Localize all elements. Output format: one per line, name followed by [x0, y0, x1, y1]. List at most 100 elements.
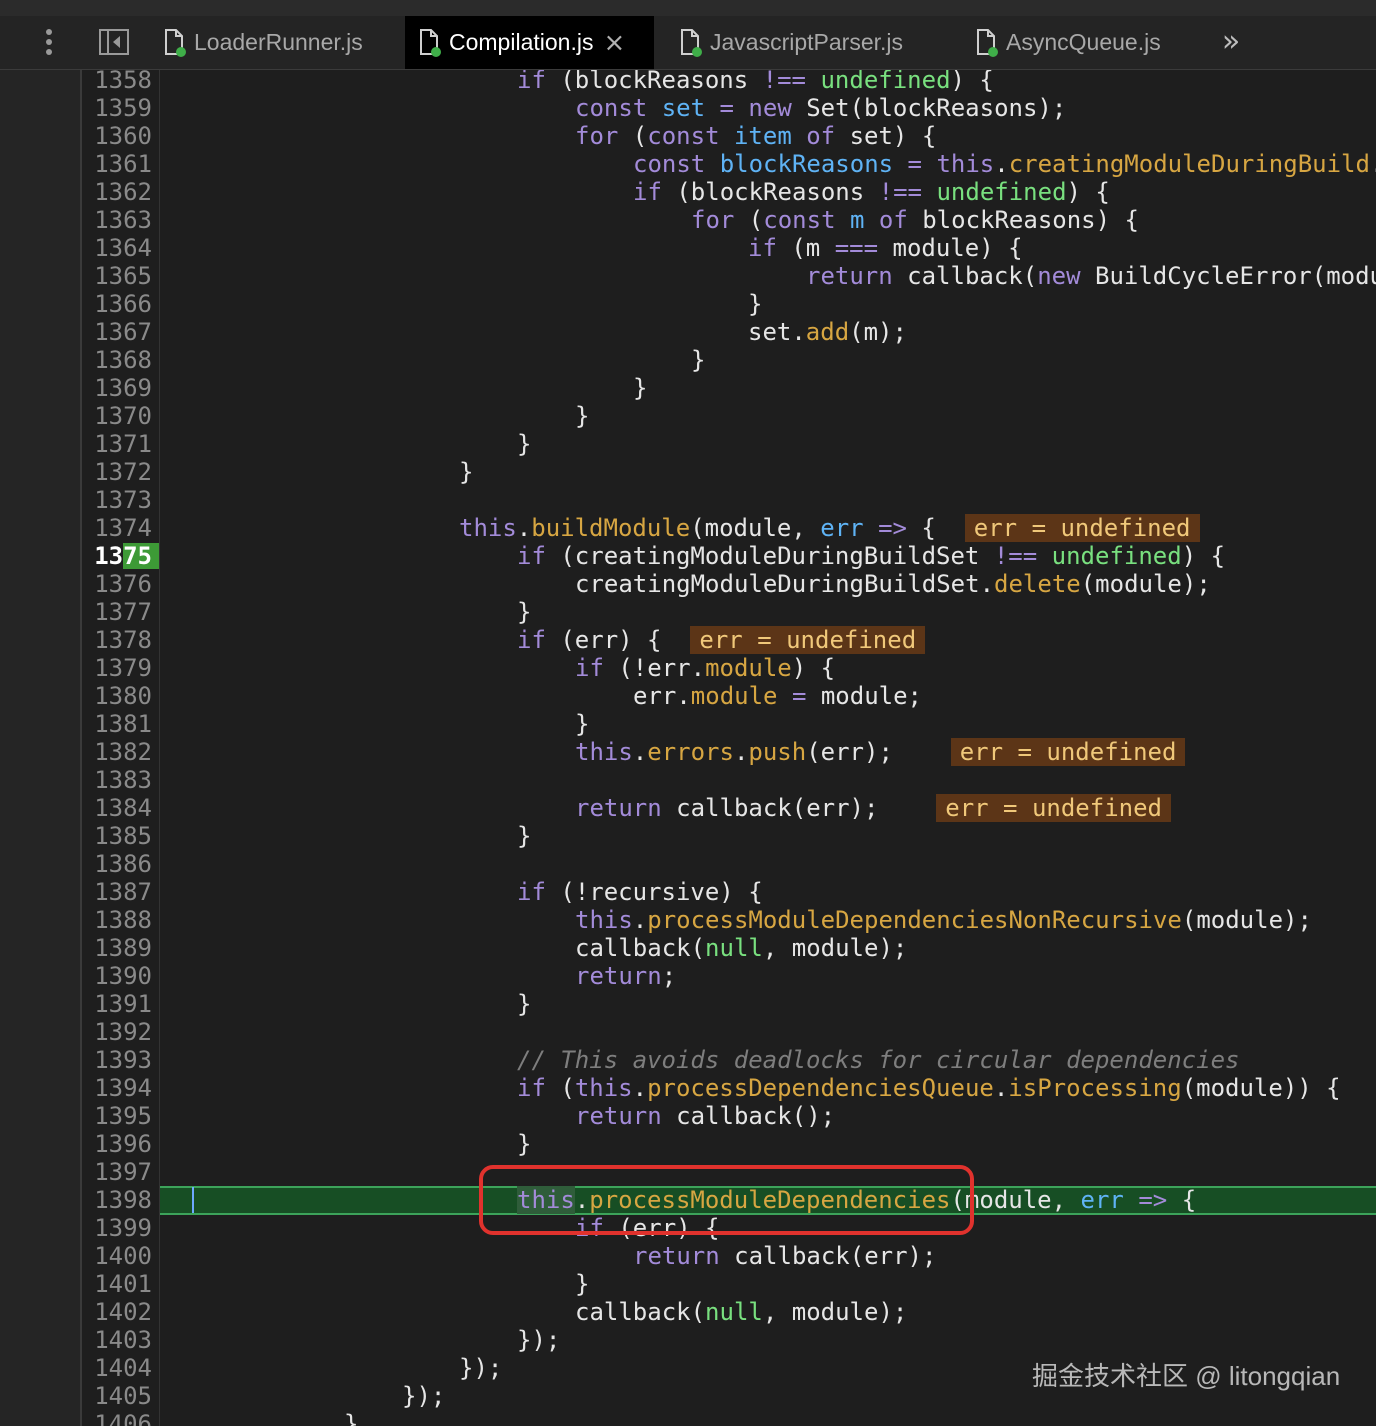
line-number[interactable]: 1404	[82, 1354, 152, 1382]
line-number[interactable]: 1394	[82, 1074, 152, 1102]
line-number[interactable]: 1369	[82, 374, 152, 402]
line-number[interactable]: 1371	[82, 430, 152, 458]
more-tabs-icon[interactable]: »	[1212, 26, 1250, 60]
line-number[interactable]: 1376	[82, 570, 152, 598]
tab-asyncqueue-js[interactable]: AsyncQueue.js	[962, 16, 1192, 69]
code-line[interactable]: }	[633, 374, 647, 402]
code-line[interactable]: if (err) { err = undefined	[517, 626, 926, 654]
code-line[interactable]: this.processModuleDependencies(module, e…	[517, 1186, 1196, 1214]
line-number[interactable]: 1372	[82, 458, 152, 486]
line-number[interactable]: 1397	[82, 1158, 152, 1186]
code-line[interactable]: this.processModuleDependenciesNonRecursi…	[575, 906, 1312, 934]
code-line[interactable]: }	[459, 458, 473, 486]
line-number[interactable]: 1401	[82, 1270, 152, 1298]
line-number[interactable]: 1387	[82, 878, 152, 906]
line-number[interactable]: 1378	[82, 626, 152, 654]
code-line[interactable]: }	[517, 598, 531, 626]
code-line[interactable]: const set = new Set(blockReasons);	[575, 94, 1066, 122]
code-line[interactable]: }	[517, 1130, 531, 1158]
code-line[interactable]: }	[748, 290, 762, 318]
line-number[interactable]: 1377	[82, 598, 152, 626]
code-line[interactable]: }	[517, 822, 531, 850]
more-options-icon[interactable]	[38, 26, 60, 60]
code-line[interactable]: }	[517, 990, 531, 1018]
code-line[interactable]: this.errors.push(err); err = undefined	[575, 738, 1186, 766]
code-line[interactable]: if (m === module) {	[748, 234, 1023, 262]
code-line[interactable]: }	[575, 710, 589, 738]
line-number[interactable]: 1373	[82, 486, 152, 514]
close-tab-icon[interactable]: ×	[603, 28, 625, 58]
code-line[interactable]: }	[691, 346, 705, 374]
code-line[interactable]: if (err) {	[575, 1214, 720, 1242]
line-number[interactable]: 1365	[82, 262, 152, 290]
line-number[interactable]: 1403	[82, 1326, 152, 1354]
line-number[interactable]: 1368	[82, 346, 152, 374]
code-line[interactable]: // This avoids deadlocks for circular de…	[517, 1046, 1239, 1074]
line-number-gutter[interactable]: 1358 1359 1360 1361 1362 1363 1364 1365 1366 1367…	[82, 70, 160, 1426]
line-number[interactable]: 1402	[82, 1298, 152, 1326]
line-number[interactable]: 1363	[82, 206, 152, 234]
tab-javascriptparser-js[interactable]: JavascriptParser.js	[666, 16, 946, 69]
code-line[interactable]: for (const item of set) {	[575, 122, 936, 150]
tab-loaderrunner-js[interactable]: LoaderRunner.js	[150, 16, 390, 69]
code-line[interactable]: creatingModuleDuringBuildSet.delete(modu…	[575, 570, 1211, 598]
line-number[interactable]: 1391	[82, 990, 152, 1018]
line-number[interactable]: 1358	[82, 70, 152, 94]
line-number[interactable]: 1395	[82, 1102, 152, 1130]
line-number[interactable]: 1360	[82, 122, 152, 150]
toggle-sidebar-icon[interactable]	[98, 28, 130, 56]
line-number[interactable]: 1396	[82, 1130, 152, 1158]
code-line[interactable]: this.buildModule(module, err => { err = …	[459, 514, 1200, 542]
code-line[interactable]: if (blockReasons !== undefined) {	[633, 178, 1110, 206]
line-number[interactable]: 1366	[82, 290, 152, 318]
line-number[interactable]: 1379	[82, 654, 152, 682]
code-line[interactable]: if (!recursive) {	[517, 878, 763, 906]
line-number[interactable]: 1361	[82, 150, 152, 178]
code-line[interactable]: for (const m of blockReasons) {	[691, 206, 1139, 234]
line-number[interactable]: 1382	[82, 738, 152, 766]
line-number[interactable]: 1390	[82, 962, 152, 990]
code-line[interactable]: }	[575, 402, 589, 430]
line-number[interactable]: 1384	[82, 794, 152, 822]
code-line[interactable]: set.add(m);	[748, 318, 907, 346]
line-number[interactable]: 1381	[82, 710, 152, 738]
code-line[interactable]: return callback();	[575, 1102, 835, 1130]
code-line[interactable]: }	[575, 1270, 589, 1298]
code-line[interactable]: callback(null, module);	[575, 934, 907, 962]
code-line[interactable]: return callback(err);	[633, 1242, 936, 1270]
code-line[interactable]: });	[517, 1326, 560, 1354]
line-number[interactable]: 1406	[82, 1410, 152, 1426]
line-number[interactable]: 1359	[82, 94, 152, 122]
code-line[interactable]: const blockReasons = this.creatingModule…	[633, 150, 1376, 178]
line-number[interactable]: 1364	[82, 234, 152, 262]
line-number[interactable]: 1380	[82, 682, 152, 710]
code-line[interactable]: }	[517, 430, 531, 458]
code-line[interactable]: return callback(new BuildCycleError(modu	[806, 262, 1376, 290]
code-line[interactable]: });	[402, 1382, 445, 1410]
code-line[interactable]: if (blockReasons !== undefined) {	[517, 70, 994, 94]
line-number[interactable]: 1398	[82, 1186, 152, 1214]
line-number[interactable]: 1399	[82, 1214, 152, 1242]
line-number[interactable]: 1393	[82, 1046, 152, 1074]
tab-compilation-js[interactable]: Compilation.js ×	[405, 16, 654, 69]
line-number[interactable]: 1405	[82, 1382, 152, 1410]
line-number[interactable]: 1375	[82, 542, 152, 570]
code-line[interactable]: if (!err.module) {	[575, 654, 835, 682]
line-number[interactable]: 1400	[82, 1242, 152, 1270]
line-number[interactable]: 1370	[82, 402, 152, 430]
code-line[interactable]: if (creatingModuleDuringBuildSet !== und…	[517, 542, 1225, 570]
code-line[interactable]: callback(null, module);	[575, 1298, 907, 1326]
code-line[interactable]: if (this.processDependenciesQueue.isProc…	[517, 1074, 1341, 1102]
line-number[interactable]: 1386	[82, 850, 152, 878]
line-number[interactable]: 1388	[82, 906, 152, 934]
line-number[interactable]: 1362	[82, 178, 152, 206]
code-line[interactable]: }	[344, 1410, 358, 1426]
code-area[interactable]: if (blockReasons !== undefined) {const s…	[160, 70, 1376, 1426]
code-line[interactable]: });	[459, 1354, 502, 1382]
line-number[interactable]: 1389	[82, 934, 152, 962]
line-number[interactable]: 1374	[82, 514, 152, 542]
line-number[interactable]: 1383	[82, 766, 152, 794]
code-line[interactable]: return callback(err); err = undefined	[575, 794, 1171, 822]
code-line[interactable]: err.module = module;	[633, 682, 922, 710]
code-line[interactable]: return;	[575, 962, 676, 990]
